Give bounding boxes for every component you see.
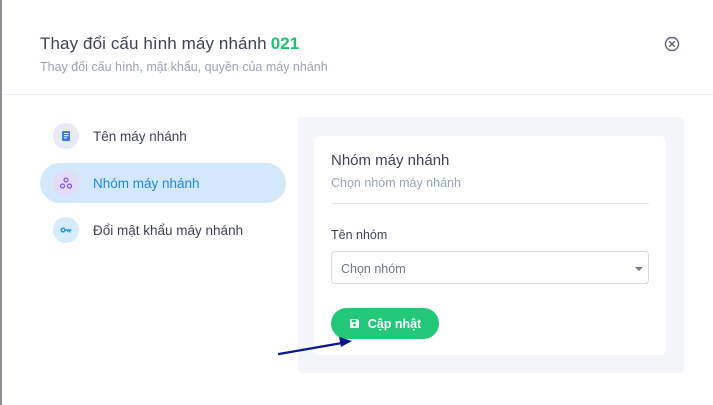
nav-item-label: Tên máy nhánh	[93, 129, 187, 144]
annotation-arrow-icon	[277, 337, 352, 356]
extension-code: 021	[270, 34, 300, 53]
modal-header: Thay đổi cấu hình máy nhánh 021 Thay đổi …	[2, 0, 713, 95]
close-circle-icon	[664, 36, 680, 52]
nav-item-label: Đổi mật khẩu máy nhánh	[93, 223, 244, 238]
group-name-label: Tên nhóm	[331, 228, 388, 242]
group-card: Nhóm máy nhánh Chọn nhóm máy nhánh Tên n…	[314, 136, 666, 355]
card-title: Nhóm máy nhánh	[331, 152, 450, 169]
modal-dialog: Thay đổi cấu hình máy nhánh 021 Thay đổi …	[2, 0, 713, 405]
side-nav: Tên máy nhánh Nhóm máy nhánh Đổi mật khẩ…	[40, 116, 286, 257]
modal-title: Thay đổi cấu hình máy nhánh 021	[40, 34, 299, 54]
group-select[interactable]: Chọn nhóm	[331, 251, 649, 284]
nav-item-extension-group[interactable]: Nhóm máy nhánh	[40, 163, 286, 203]
divider	[331, 203, 649, 204]
nav-item-label: Nhóm máy nhánh	[93, 176, 200, 191]
nav-item-change-password[interactable]: Đổi mật khẩu máy nhánh	[40, 210, 286, 250]
modal-subtitle: Thay đổi cấu hình, mật khẩu, quyền của m…	[40, 60, 328, 74]
modal-title-text: Thay đổi cấu hình máy nhánh	[40, 34, 267, 53]
nav-item-extension-name[interactable]: Tên máy nhánh	[40, 116, 286, 156]
close-button[interactable]	[664, 36, 680, 52]
notebook-icon	[53, 123, 79, 149]
save-icon	[349, 318, 360, 329]
group-nodes-icon	[53, 170, 79, 196]
group-select-value: Chọn nhóm	[341, 262, 406, 276]
caret-down-icon	[635, 267, 643, 271]
key-icon	[53, 217, 79, 243]
update-button-label: Cập nhật	[367, 316, 422, 331]
card-subtitle: Chọn nhóm máy nhánh	[331, 176, 461, 190]
